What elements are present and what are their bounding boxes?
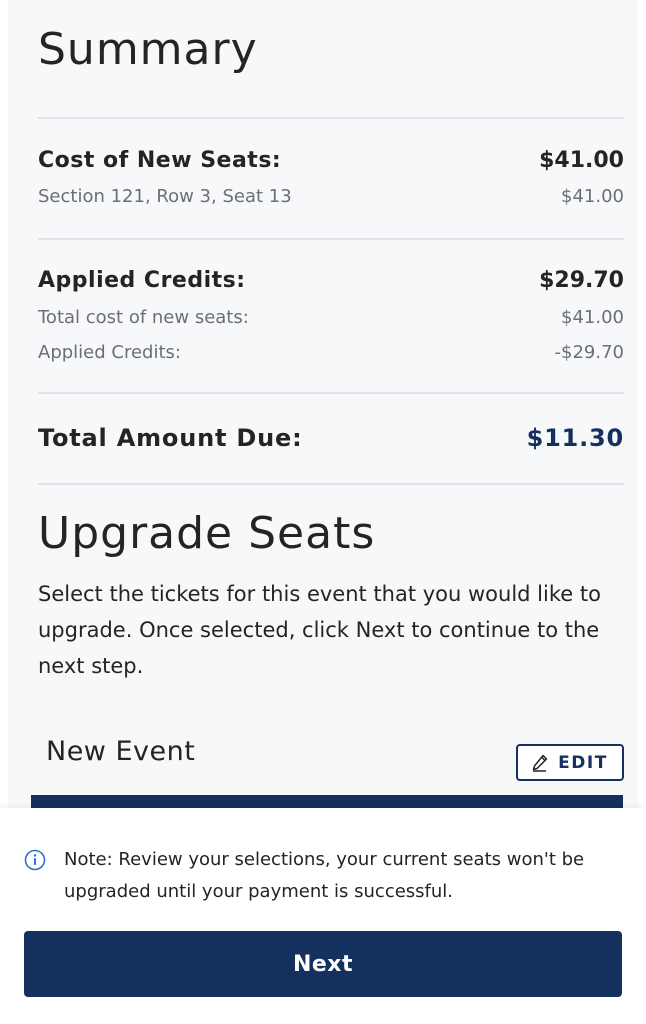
seat-detail-label: Section 121, Row 3, Seat 13 xyxy=(38,186,292,207)
pencil-icon xyxy=(532,754,548,772)
credit-line-amount: -$29.70 xyxy=(554,342,624,363)
upgrade-seats-title: Upgrade Seats xyxy=(38,508,376,559)
total-due-row: Total Amount Due: $11.30 xyxy=(38,424,624,452)
applied-credits-label: Applied Credits: xyxy=(38,268,246,293)
applied-credits-amount: $29.70 xyxy=(539,268,624,293)
info-icon xyxy=(24,849,46,908)
divider xyxy=(38,117,624,119)
credit-line-row: Total cost of new seats: $41.00 xyxy=(38,307,624,328)
seat-detail-amount: $41.00 xyxy=(561,186,624,207)
description-line: next step. xyxy=(38,654,144,678)
note-line: upgraded until your payment is successfu… xyxy=(64,881,454,902)
divider xyxy=(38,238,624,240)
total-due-label: Total Amount Due: xyxy=(38,424,303,452)
edit-label: EDIT xyxy=(558,752,608,773)
credit-line-amount: $41.00 xyxy=(561,307,624,328)
description-line: Select the tickets for this event that y… xyxy=(38,582,601,606)
applied-credits-row: Applied Credits: $29.70 xyxy=(38,268,624,293)
credit-line-row: Applied Credits: -$29.70 xyxy=(38,342,624,363)
cost-new-seats-row: Cost of New Seats: $41.00 xyxy=(38,148,624,173)
description-line: upgrade. Once selected, click Next to co… xyxy=(38,618,600,642)
summary-title: Summary xyxy=(38,24,258,75)
credit-line-label: Total cost of new seats: xyxy=(38,307,249,328)
credit-line-label: Applied Credits: xyxy=(38,342,181,363)
total-due-amount: $11.30 xyxy=(526,424,624,452)
event-title: New Event xyxy=(46,736,196,767)
divider xyxy=(38,392,624,394)
divider xyxy=(38,483,624,485)
seat-detail-row: Section 121, Row 3, Seat 13 $41.00 xyxy=(38,186,624,207)
note-text: Note: Review your selections, your curre… xyxy=(64,844,584,908)
sticky-footer: Note: Review your selections, your curre… xyxy=(0,808,646,1024)
event-header-bar xyxy=(31,795,623,809)
summary-panel: Summary Cost of New Seats: $41.00 Sectio… xyxy=(8,0,638,809)
next-button-label: Next xyxy=(292,951,354,977)
payment-note: Note: Review your selections, your curre… xyxy=(24,844,624,908)
edit-button[interactable]: EDIT xyxy=(516,744,624,781)
cost-new-seats-label: Cost of New Seats: xyxy=(38,148,282,173)
cost-new-seats-amount: $41.00 xyxy=(539,148,624,173)
next-button[interactable]: Next xyxy=(24,931,622,997)
note-line: Note: Review your selections, your curre… xyxy=(64,849,585,870)
upgrade-description: Select the tickets for this event that y… xyxy=(38,576,638,684)
